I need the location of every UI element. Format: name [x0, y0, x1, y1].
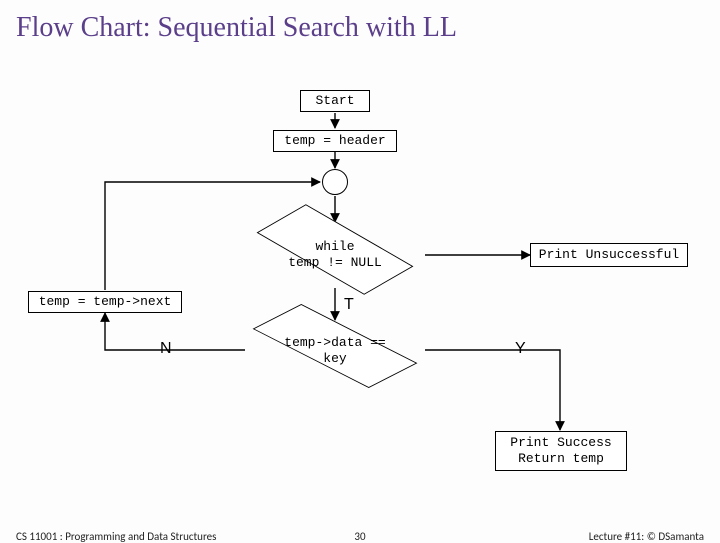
edge-label-T: T — [344, 296, 354, 314]
footer-page-number: 30 — [354, 530, 365, 543]
node-while-l2: temp != NULL — [288, 255, 382, 271]
edge-label-Y: Y — [515, 340, 526, 358]
node-init-label: temp = header — [284, 133, 385, 149]
node-while-l1: while — [315, 239, 354, 255]
node-start: Start — [300, 90, 370, 112]
node-init: temp = header — [273, 130, 397, 152]
node-success-l1: Print Success — [510, 435, 611, 451]
node-next-label: temp = temp->next — [39, 294, 172, 310]
node-success-l2: Return temp — [518, 451, 604, 467]
node-compare-l2: key — [323, 351, 346, 367]
flowchart-canvas: Start temp = header while temp != NULL P… — [0, 0, 720, 540]
node-compare-l1: temp->data == — [284, 335, 385, 351]
footer-left: CS 11001 : Programming and Data Structur… — [16, 530, 216, 543]
edge-label-N: N — [160, 340, 172, 358]
node-success: Print Success Return temp — [495, 431, 627, 471]
node-start-label: Start — [315, 93, 354, 109]
node-next: temp = temp->next — [28, 291, 182, 313]
connector-circle — [322, 169, 348, 195]
node-fail: Print Unsuccessful — [530, 243, 688, 267]
node-fail-label: Print Unsuccessful — [539, 247, 679, 263]
footer-right: Lecture #11: © DSamanta — [589, 530, 704, 543]
